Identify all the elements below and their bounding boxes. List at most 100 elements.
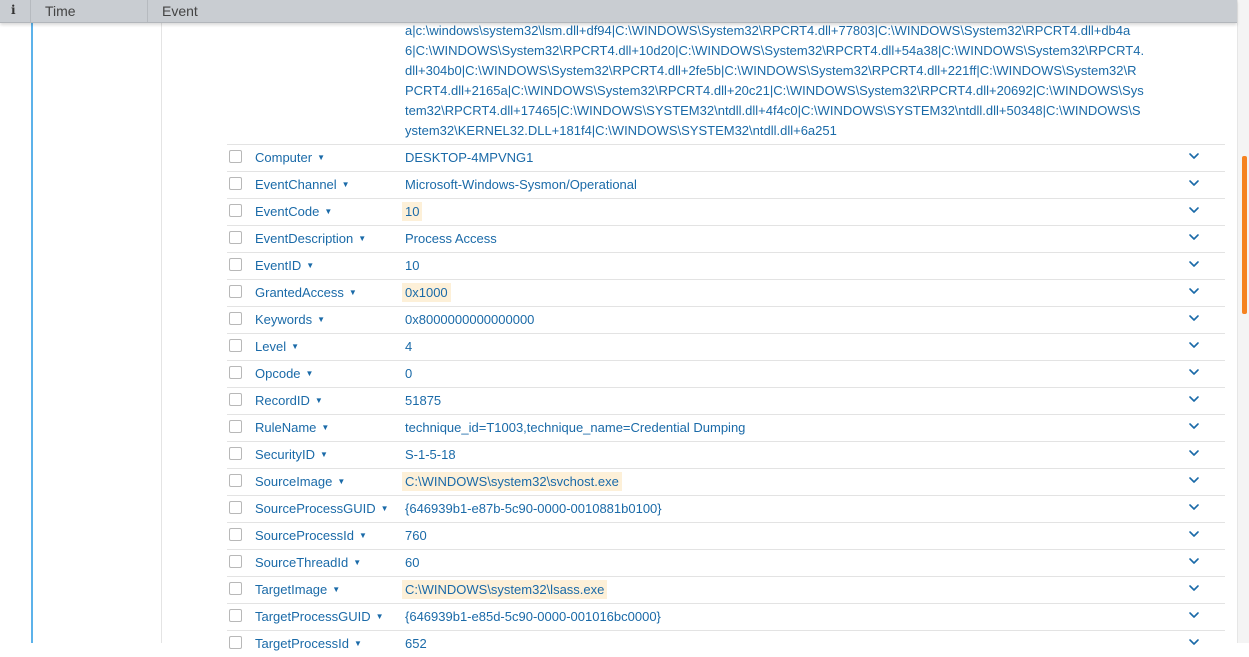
field-name-link[interactable]: TargetProcessId ▼ (255, 636, 362, 651)
chevron-down-icon[interactable] (1187, 392, 1201, 406)
field-name-link[interactable]: SecurityID ▼ (255, 447, 328, 462)
field-select-checkbox[interactable] (229, 528, 242, 541)
chevron-down-icon[interactable] (1187, 446, 1201, 460)
field-name-link[interactable]: Level ▼ (255, 339, 299, 354)
field-select-checkbox[interactable] (229, 312, 242, 325)
field-value[interactable]: C:\WINDOWS\system32\svchost.exe (402, 472, 622, 491)
field-name-link[interactable]: TargetProcessGUID ▼ (255, 609, 384, 624)
chevron-down-icon[interactable] (1187, 527, 1201, 541)
info-icon[interactable]: i (11, 3, 16, 17)
field-name-link[interactable]: RecordID ▼ (255, 393, 323, 408)
field-name-label: EventID (255, 258, 302, 273)
field-value[interactable]: 10 (402, 202, 423, 221)
field-value[interactable]: 0 (405, 366, 412, 381)
field-value[interactable]: 10 (405, 258, 419, 273)
field-name-link[interactable]: EventID ▼ (255, 258, 314, 273)
field-select-checkbox[interactable] (229, 393, 242, 406)
chevron-down-icon[interactable] (1187, 500, 1201, 514)
vertical-scrollbar[interactable] (1237, 0, 1249, 643)
field-name-label: Opcode (255, 366, 301, 381)
field-name-label: EventDescription (255, 231, 354, 246)
field-value[interactable]: Microsoft-Windows-Sysmon/Operational (405, 177, 637, 192)
field-name-link[interactable]: SourceThreadId ▼ (255, 555, 361, 570)
field-name-link[interactable]: RuleName ▼ (255, 420, 329, 435)
field-row: TargetImage ▼ C:\WINDOWS\system32\lsass.ex… (227, 576, 1225, 603)
field-name-link[interactable]: GrantedAccess ▼ (255, 285, 357, 300)
field-name-label: TargetProcessId (255, 636, 349, 651)
field-select-checkbox[interactable] (229, 366, 242, 379)
field-name-link[interactable]: EventCode ▼ (255, 204, 332, 219)
chevron-down-icon[interactable] (1187, 635, 1201, 649)
field-select-checkbox[interactable] (229, 420, 242, 433)
chevron-down-icon[interactable] (1187, 257, 1201, 271)
chevron-down-icon[interactable] (1187, 311, 1201, 325)
field-select-checkbox[interactable] (229, 609, 242, 622)
field-name-label: Computer (255, 150, 313, 165)
chevron-down-icon[interactable] (1187, 473, 1201, 487)
field-select-checkbox[interactable] (229, 474, 242, 487)
field-select-checkbox[interactable] (229, 177, 242, 190)
chevron-down-icon[interactable] (1187, 608, 1201, 622)
field-select-checkbox[interactable] (229, 582, 242, 595)
field-select-checkbox[interactable] (229, 339, 242, 352)
field-name-label: SourceProcessGUID (255, 501, 376, 516)
field-value[interactable]: technique_id=T1003,technique_name=Creden… (405, 420, 745, 435)
field-name-link[interactable]: Opcode ▼ (255, 366, 313, 381)
chevron-down-icon[interactable] (1187, 230, 1201, 244)
field-value[interactable]: DESKTOP-4MPVNG1 (405, 150, 533, 165)
results-table-header: i Time Event (0, 0, 1237, 23)
chevron-down-icon[interactable] (1187, 581, 1201, 595)
field-select-checkbox[interactable] (229, 150, 242, 163)
column-divider (147, 0, 148, 22)
chevron-down-icon[interactable] (1187, 203, 1201, 217)
field-value[interactable]: 0x8000000000000000 (405, 312, 534, 327)
field-value[interactable]: 4 (405, 339, 412, 354)
column-header-time[interactable]: Time (45, 3, 76, 19)
field-row: TargetProcessGUID ▼ {646939b1-e85d-5c90-00… (227, 603, 1225, 630)
field-row: TargetProcessId ▼ 652 (227, 630, 1225, 657)
field-row: SourceProcessId ▼ 760 (227, 522, 1225, 549)
field-name-link[interactable]: EventChannel ▼ (255, 177, 350, 192)
field-value[interactable]: Process Access (405, 231, 497, 246)
message-line: ystem32\KERNEL32.DLL+181f4|C:\WINDOWS\SY… (405, 123, 837, 138)
field-select-checkbox[interactable] (229, 501, 242, 514)
chevron-down-icon[interactable] (1187, 554, 1201, 568)
field-value[interactable]: 51875 (405, 393, 441, 408)
chevron-down-icon[interactable] (1187, 149, 1201, 163)
field-name-label: Level (255, 339, 287, 354)
chevron-down-icon[interactable] (1187, 365, 1201, 379)
message-line: dll+304b0|C:\WINDOWS\System32\RPCRT4.dll… (405, 63, 1137, 78)
field-value[interactable]: 760 (405, 528, 427, 543)
field-select-checkbox[interactable] (229, 447, 242, 460)
field-name-link[interactable]: SourceProcessGUID ▼ (255, 501, 389, 516)
chevron-down-icon[interactable] (1187, 338, 1201, 352)
chevron-down-icon[interactable] (1187, 419, 1201, 433)
field-name-label: TargetImage (255, 582, 328, 597)
field-value[interactable]: C:\WINDOWS\system32\lsass.exe (402, 580, 608, 599)
field-select-checkbox[interactable] (229, 231, 242, 244)
field-name-label: EventChannel (255, 177, 337, 192)
chevron-down-icon[interactable] (1187, 176, 1201, 190)
field-name-link[interactable]: Keywords ▼ (255, 312, 325, 327)
field-value[interactable]: 652 (405, 636, 427, 651)
field-value[interactable]: S-1-5-18 (405, 447, 456, 462)
field-name-link[interactable]: TargetImage ▼ (255, 582, 340, 597)
field-value[interactable]: {646939b1-e85d-5c90-0000-001016bc0000} (405, 609, 661, 624)
column-header-event[interactable]: Event (162, 3, 198, 19)
field-row: SecurityID ▼ S-1-5-18 (227, 441, 1225, 468)
field-value[interactable]: 0x1000 (402, 283, 451, 302)
field-name-link[interactable]: SourceProcessId ▼ (255, 528, 367, 543)
scrollbar-thumb[interactable] (1242, 156, 1247, 314)
field-row: SourceImage ▼ C:\WINDOWS\system32\svchost.… (227, 468, 1225, 495)
field-select-checkbox[interactable] (229, 258, 242, 271)
field-name-link[interactable]: EventDescription ▼ (255, 231, 366, 246)
field-value[interactable]: 60 (405, 555, 419, 570)
field-select-checkbox[interactable] (229, 555, 242, 568)
field-value[interactable]: {646939b1-e87b-5c90-0000-0010881b0100} (405, 501, 662, 516)
chevron-down-icon[interactable] (1187, 284, 1201, 298)
caret-down-icon: ▼ (353, 639, 362, 648)
field-select-checkbox[interactable] (229, 204, 242, 217)
field-name-link[interactable]: SourceImage ▼ (255, 474, 345, 489)
field-select-checkbox[interactable] (229, 285, 242, 298)
field-name-link[interactable]: Computer ▼ (255, 150, 325, 165)
